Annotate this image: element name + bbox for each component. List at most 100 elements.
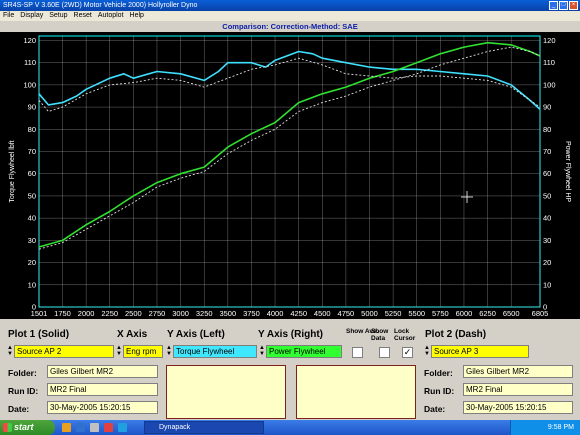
plot2-folder-field[interactable]: Giles Gilbert MR2	[463, 365, 573, 378]
start-button[interactable]: start	[0, 420, 55, 435]
plot1-folder-label: Folder:	[8, 368, 37, 378]
menu-display[interactable]: Display	[20, 11, 43, 21]
menu-help[interactable]: Help	[130, 11, 144, 21]
x-tick-label: 5000	[361, 309, 378, 318]
task-label: Dynapack	[159, 424, 191, 431]
y-left-tick-label: 110	[24, 58, 36, 67]
y-right-tick-label: 100	[543, 80, 556, 89]
x-tick-label: 3000	[172, 309, 189, 318]
x-tick-label: 2500	[125, 309, 142, 318]
x-tick-label: 3250	[196, 309, 213, 318]
title-bar: SR4S-SP V 3.60E (2WD) Motor Vehicle 2000…	[0, 0, 580, 11]
y-left-axis-label: Torque Flywheel lbft	[9, 140, 16, 202]
plot2-runid-field[interactable]: MR2 Final	[463, 383, 573, 396]
y-left-tick-label: 120	[23, 36, 36, 45]
plot-settings-panel: Plot 1 (Solid) X Axis Y Axis (Left) Y Ax…	[0, 320, 580, 420]
menu-file[interactable]: File	[3, 11, 14, 21]
yaxis-right-field[interactable]: Power Flywheel	[266, 345, 342, 358]
plot1-notes-box[interactable]	[166, 365, 286, 419]
show-ave-label: Show Ave.	[346, 328, 379, 335]
xaxis-title: X Axis	[117, 329, 148, 340]
y-right-tick-label: 70	[543, 147, 551, 156]
y-right-tick-label: 80	[543, 125, 551, 134]
x-tick-label: 6250	[479, 309, 496, 318]
close-button[interactable]: ×	[569, 1, 578, 10]
x-tick-label: 2250	[101, 309, 118, 318]
y-right-tick-label: 20	[543, 258, 551, 267]
plot1-date-label: Date:	[8, 404, 30, 414]
menu-setup[interactable]: Setup	[49, 11, 67, 21]
x-tick-label: 4500	[314, 309, 331, 318]
plot1-source-spinner[interactable]: ▲ ▼	[7, 345, 13, 358]
plot2-notes-box[interactable]	[296, 365, 416, 419]
x-tick-label: 1750	[54, 309, 71, 318]
plot1-runid-field[interactable]: MR2 Final	[47, 383, 158, 396]
system-tray: 9:58 PM	[510, 420, 580, 435]
plot2-source-field[interactable]: Source AP 3	[431, 345, 529, 358]
y-left-tick-label: 40	[28, 214, 36, 223]
show-ave-checkbox[interactable]	[352, 347, 363, 358]
show-data-checkbox[interactable]	[379, 347, 390, 358]
plot2-source-spinner[interactable]: ▲ ▼	[424, 345, 430, 358]
plot1-date-field[interactable]: 30-May-2005 15:20:15	[47, 401, 158, 414]
plot1-title: Plot 1 (Solid)	[8, 329, 70, 340]
yaxis-right-spinner[interactable]: ▲ ▼	[259, 345, 265, 358]
quicklaunch-media-icon[interactable]	[104, 423, 113, 432]
yaxis-right-title: Y Axis (Right)	[258, 329, 324, 340]
x-tick-label: 6000	[456, 309, 473, 318]
lock-cursor-label: Lock Cursor	[394, 328, 416, 342]
minimize-button[interactable]: _	[549, 1, 558, 10]
menu-autoplot[interactable]: Autoplot	[98, 11, 124, 21]
y-left-tick-label: 20	[28, 258, 36, 267]
taskbar: start Dynapack 9:58 PM	[0, 420, 580, 435]
yaxis-left-spinner[interactable]: ▲ ▼	[166, 345, 172, 358]
dyno-chart[interactable]: 1501 1750 2000 2250 2500 2750 3000 3250 3500 3750…	[0, 32, 580, 319]
x-tick-label: 3750	[243, 309, 260, 318]
plot1-runid-label: Run ID:	[8, 386, 39, 396]
dyno-chart-svg[interactable]: 1501 1750 2000 2250 2500 2750 3000 3250 3500 3750…	[0, 32, 580, 319]
windows-logo-icon	[3, 423, 12, 432]
x-tick-label: 3500	[219, 309, 236, 318]
y-right-tick-label: 120	[543, 36, 556, 45]
plot2-runid-label: Run ID:	[424, 386, 455, 396]
x-tick-label: 5750	[432, 309, 449, 318]
plot2-folder-label: Folder:	[424, 368, 453, 378]
yaxis-left-title: Y Axis (Left)	[167, 329, 225, 340]
x-tick-label: 4250	[290, 309, 307, 318]
comparison-banner: Comparison: Correction-Method: SAE	[0, 21, 580, 32]
y-right-tick-label: 40	[543, 214, 551, 223]
y-left-tick-label: 30	[28, 236, 36, 245]
xaxis-spinner[interactable]: ▲ ▼	[116, 345, 122, 358]
menu-reset[interactable]: Reset	[74, 11, 92, 21]
yaxis-left-field[interactable]: Torque Flywheel	[173, 345, 257, 358]
clock: 9:58 PM	[547, 424, 574, 431]
application-window: SR4S-SP V 3.60E (2WD) Motor Vehicle 2000…	[0, 0, 580, 435]
y-right-tick-label: 0	[543, 303, 547, 312]
window-title: SR4S-SP V 3.60E (2WD) Motor Vehicle 2000…	[3, 2, 198, 9]
x-tick-label: 5500	[408, 309, 425, 318]
y-left-tick-label: 80	[28, 125, 36, 134]
quicklaunch-folder-icon[interactable]	[62, 423, 71, 432]
series-line-0	[38, 50, 541, 110]
xaxis-field[interactable]: Eng rpm	[123, 345, 163, 358]
y-left-tick-label: 0	[32, 303, 36, 312]
plot1-source-field[interactable]: Source AP 2	[14, 345, 114, 358]
quicklaunch-browser-icon[interactable]	[76, 423, 85, 432]
lock-cursor-checkbox[interactable]: ✓	[402, 347, 413, 358]
taskbar-task-dynapack[interactable]: Dynapack	[144, 421, 264, 434]
x-tick-label: 2000	[78, 309, 95, 318]
plot1-folder-field[interactable]: Giles Gilbert MR2	[47, 365, 158, 378]
y-left-tick-label: 60	[28, 169, 36, 178]
plot2-title: Plot 2 (Dash)	[425, 329, 487, 340]
y-left-tick-label: 50	[28, 191, 36, 200]
y-right-tick-label: 110	[543, 58, 555, 67]
y-left-tick-label: 90	[28, 103, 36, 112]
quicklaunch-desktop-icon[interactable]	[118, 423, 127, 432]
x-tick-label: 5250	[385, 309, 402, 318]
quicklaunch-app-icon[interactable]	[90, 423, 99, 432]
x-tick-label: 4750	[338, 309, 355, 318]
x-tick-label: 2750	[149, 309, 166, 318]
maximize-button[interactable]: □	[559, 1, 568, 10]
plot2-date-field[interactable]: 30-May-2005 15:20:15	[463, 401, 573, 414]
show-data-label: Show Data	[371, 328, 389, 342]
